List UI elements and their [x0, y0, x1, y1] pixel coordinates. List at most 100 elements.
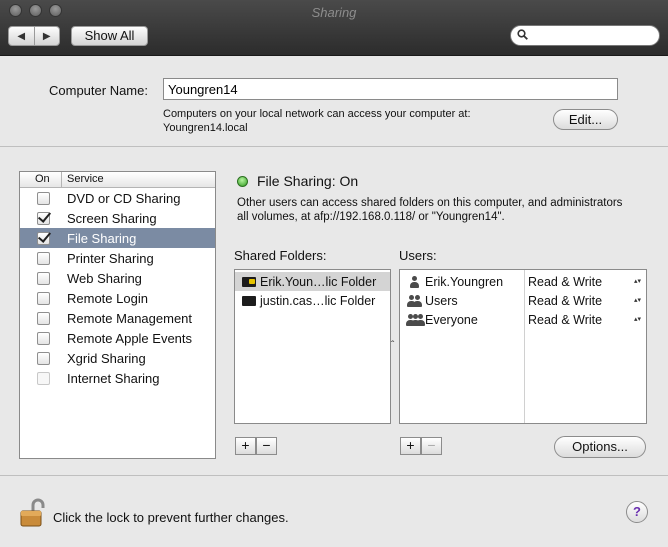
back-arrow-icon[interactable]: ◀: [9, 27, 35, 45]
shared-folder-name: justin.cas…lic Folder: [260, 293, 376, 308]
service-label: Remote Apple Events: [67, 330, 193, 346]
users-label: Users:: [399, 248, 437, 263]
splitter-handle-icon[interactable]: ˆ: [391, 340, 394, 351]
service-row[interactable]: File Sharing: [20, 228, 215, 248]
popup-stepper-icon: ▴▾: [634, 315, 642, 323]
service-checkbox[interactable]: [37, 191, 50, 205]
users-list[interactable]: Erik.Youngren Read & Write ▴▾ Users Read & W…: [399, 269, 647, 424]
computer-address-text: Computers on your local network can acce…: [163, 107, 471, 135]
service-checkbox[interactable]: [37, 271, 50, 285]
service-row[interactable]: Web Sharing: [20, 268, 215, 288]
column-header-service[interactable]: Service: [62, 172, 104, 187]
permission-popup[interactable]: Read & Write ▴▾: [524, 275, 646, 289]
user-cell: Everyone: [400, 313, 524, 327]
service-checkbox[interactable]: [37, 311, 50, 325]
add-user-button[interactable]: +: [400, 437, 421, 455]
service-label: Screen Sharing: [67, 210, 157, 226]
help-icon[interactable]: ?: [626, 501, 648, 523]
service-checkbox-cell: [20, 271, 67, 285]
shared-folder-row[interactable]: justin.cas…lic Folder: [235, 291, 390, 310]
service-checkbox-cell: [20, 231, 67, 245]
service-row[interactable]: Internet Sharing: [20, 368, 215, 388]
description-line2: all volumes, at afp://192.168.0.118/ or …: [237, 211, 505, 223]
window-title: Sharing: [311, 5, 357, 20]
user-cell: Users: [400, 294, 524, 308]
service-checkbox-cell: [20, 311, 67, 325]
service-row[interactable]: DVD or CD Sharing: [20, 188, 215, 208]
search-input[interactable]: [533, 28, 653, 43]
everyone-icon: [406, 313, 425, 327]
computer-address-line2: Youngren14.local: [163, 122, 248, 134]
shared-folder-row[interactable]: Erik.Youn…lic Folder: [235, 272, 390, 291]
permission-value: Read & Write: [528, 312, 603, 327]
service-row[interactable]: Screen Sharing: [20, 208, 215, 228]
user-name: Erik.Youngren: [425, 274, 504, 289]
sharing-main-section: On Service DVD or CD Sharing Screen Shari…: [0, 148, 668, 475]
services-list[interactable]: On Service DVD or CD Sharing Screen Shari…: [19, 171, 216, 459]
computer-name-section: Computer Name: Computers on your local n…: [0, 57, 668, 147]
user-row[interactable]: Users Read & Write ▴▾: [400, 291, 646, 310]
remove-user-button[interactable]: −: [421, 437, 442, 455]
service-checkbox[interactable]: [37, 291, 50, 305]
computer-address-line1: Computers on your local network can acce…: [163, 108, 471, 120]
lock-message: Click the lock to prevent further change…: [53, 510, 289, 525]
service-checkbox: [37, 371, 50, 385]
permission-popup[interactable]: Read & Write ▴▾: [524, 294, 646, 308]
permission-value: Read & Write: [528, 293, 603, 308]
service-checkbox-cell: [20, 251, 67, 265]
remove-folder-button[interactable]: −: [256, 437, 277, 455]
open-lock-icon[interactable]: [19, 498, 45, 528]
service-row[interactable]: Printer Sharing: [20, 248, 215, 268]
service-checkbox[interactable]: [37, 351, 50, 365]
search-icon: [517, 29, 528, 40]
service-label: File Sharing: [67, 230, 137, 246]
computer-name-label: Computer Name:: [49, 83, 148, 98]
edit-button[interactable]: Edit...: [553, 109, 618, 130]
service-row[interactable]: Remote Management: [20, 308, 215, 328]
user-name: Everyone: [425, 312, 478, 327]
single-user-icon: [406, 275, 422, 289]
show-all-button[interactable]: Show All: [71, 26, 148, 46]
description-line1: Other users can access shared folders on…: [237, 197, 623, 209]
service-checkbox-cell: [20, 371, 67, 385]
permission-popup[interactable]: Read & Write ▴▾: [524, 313, 646, 327]
user-name: Users: [425, 293, 458, 308]
service-label: Internet Sharing: [67, 370, 160, 386]
group-icon: [406, 294, 422, 308]
service-checkbox[interactable]: [37, 211, 50, 225]
service-row[interactable]: Remote Login: [20, 288, 215, 308]
service-row[interactable]: Remote Apple Events: [20, 328, 215, 348]
forward-arrow-icon[interactable]: ▶: [35, 27, 60, 45]
search-field[interactable]: [510, 25, 660, 46]
service-label: Printer Sharing: [67, 250, 154, 266]
service-label: Remote Management: [67, 310, 193, 326]
user-row[interactable]: Erik.Youngren Read & Write ▴▾: [400, 272, 646, 291]
folder-icon: [242, 295, 256, 306]
service-label: Web Sharing: [67, 270, 142, 286]
service-checkbox[interactable]: [37, 251, 50, 265]
services-list-header: On Service: [20, 172, 215, 188]
column-header-on[interactable]: On: [20, 172, 62, 187]
popup-stepper-icon: ▴▾: [634, 277, 642, 285]
service-checkbox-cell: [20, 351, 67, 365]
users-column-divider: [524, 270, 525, 423]
user-row[interactable]: Everyone Read & Write ▴▾: [400, 310, 646, 329]
service-row[interactable]: Xgrid Sharing: [20, 348, 215, 368]
add-folder-button[interactable]: +: [235, 437, 256, 455]
folder-icon: [242, 276, 256, 287]
shared-folders-label: Shared Folders:: [234, 248, 327, 263]
service-checkbox-cell: [20, 191, 67, 205]
options-button[interactable]: Options...: [554, 436, 646, 458]
popup-stepper-icon: ▴▾: [634, 296, 642, 304]
service-checkbox-cell: [20, 291, 67, 305]
file-sharing-description: Other users can access shared folders on…: [237, 196, 657, 224]
permission-value: Read & Write: [528, 274, 603, 289]
back-forward-control: ◀ ▶: [8, 26, 60, 46]
service-checkbox[interactable]: [37, 331, 50, 345]
service-label: Xgrid Sharing: [67, 350, 146, 366]
service-checkbox[interactable]: [37, 231, 50, 245]
computer-name-input[interactable]: [163, 78, 618, 100]
footer: Click the lock to prevent further change…: [0, 475, 668, 547]
shared-folders-list[interactable]: Erik.Youn…lic Folder justin.cas…lic Folde…: [234, 269, 391, 424]
folder-badge-icon: [249, 278, 255, 284]
